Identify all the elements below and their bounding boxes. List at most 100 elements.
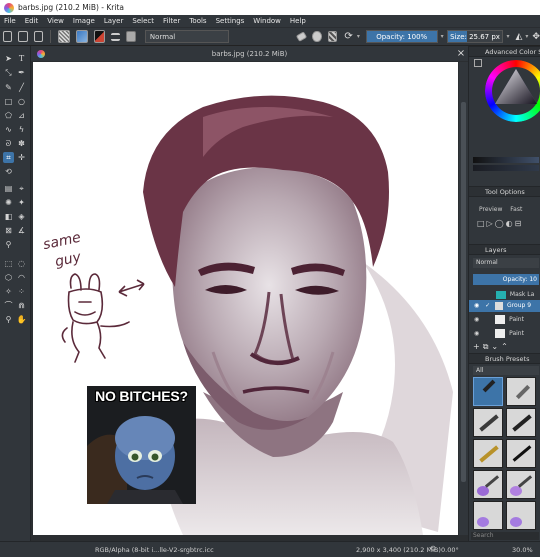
- move-down-icon[interactable]: ⌄: [491, 342, 501, 351]
- open-document-icon[interactable]: [18, 31, 28, 42]
- fast-label[interactable]: Fast: [510, 206, 522, 213]
- color-history-strip-2[interactable]: [473, 165, 539, 171]
- eye-icon[interactable]: ◉: [474, 302, 479, 309]
- size-slider[interactable]: Size: 25.67 px: [446, 30, 504, 43]
- contiguous-select-icon[interactable]: ✧: [3, 286, 14, 297]
- assistant-tool-icon[interactable]: ⊠: [3, 225, 14, 236]
- fill-tool-icon[interactable]: ◧: [3, 211, 14, 222]
- add-layer-icon[interactable]: +: [473, 342, 483, 351]
- blend-mode-select[interactable]: Normal: [144, 30, 230, 43]
- document-tab[interactable]: barbs.jpg (210.2 MiB) ×: [31, 46, 468, 61]
- menu-help[interactable]: Help: [290, 17, 306, 25]
- brush-preset-item[interactable]: [473, 470, 503, 499]
- save-document-icon[interactable]: [33, 31, 44, 42]
- pattern-selector-icon[interactable]: [76, 30, 89, 43]
- freehand-brush-icon[interactable]: ✎: [3, 82, 14, 93]
- polygon-select-icon[interactable]: ⬡: [3, 272, 14, 283]
- preserve-alpha-icon[interactable]: [327, 31, 338, 42]
- expand-icon[interactable]: ✓: [485, 302, 490, 309]
- layer-blend-select[interactable]: Normal: [473, 258, 539, 268]
- menu-select[interactable]: Select: [132, 17, 154, 25]
- lasso-select-icon[interactable]: ◠: [16, 272, 27, 283]
- rotation-value[interactable]: 0.00°: [441, 546, 459, 554]
- freehand-path-icon[interactable]: ϟ: [16, 124, 27, 135]
- layer-row[interactable]: ◉ Paint: [469, 314, 540, 326]
- move-tool-icon[interactable]: ✛: [16, 152, 27, 163]
- brush-preset-item[interactable]: [506, 470, 536, 499]
- color-picker-icon[interactable]: ⌖: [16, 183, 27, 194]
- layer-row[interactable]: Mask La: [469, 289, 540, 300]
- color-settings-icon[interactable]: [474, 59, 482, 67]
- mirror-icon[interactable]: ◭: [515, 32, 522, 42]
- brush-presets-header[interactable]: Brush Presets: [469, 353, 540, 364]
- mirror-dropdown-icon[interactable]: ▾: [525, 33, 528, 40]
- move-up-icon[interactable]: ⌃: [501, 342, 511, 351]
- brush-preset-item[interactable]: [473, 408, 503, 437]
- reference-tool-icon[interactable]: ⚲: [3, 239, 14, 250]
- transform-tool-icon[interactable]: ⟲: [3, 166, 14, 177]
- fg-bg-color-icon[interactable]: [94, 30, 106, 43]
- layers-header[interactable]: Layers: [469, 244, 540, 255]
- similar-select-icon[interactable]: ⁘: [16, 286, 27, 297]
- opacity-slider[interactable]: Opacity: 100%: [365, 30, 438, 43]
- calligraphy-icon[interactable]: ✒: [16, 67, 27, 78]
- color-selector-header[interactable]: Advanced Color Selector: [469, 46, 540, 57]
- eraser-mode-icon[interactable]: [295, 31, 308, 42]
- menu-tools[interactable]: Tools: [189, 17, 206, 25]
- color-wheel[interactable]: [485, 60, 540, 122]
- menu-view[interactable]: View: [47, 17, 64, 25]
- enclose-fill-icon[interactable]: ◈: [16, 211, 27, 222]
- layer-row[interactable]: ◉ ✓ Group 9: [469, 300, 540, 312]
- tool-options-header[interactable]: Tool Options: [469, 186, 540, 197]
- gradient-tool-icon[interactable]: ▤: [3, 183, 14, 194]
- dynamic-brush-icon[interactable]: ᘐ: [3, 138, 14, 149]
- reload-dropdown-icon[interactable]: ▾: [357, 33, 360, 40]
- eye-icon[interactable]: ◉: [474, 330, 479, 337]
- zoom-tool-icon[interactable]: ⚲: [3, 314, 14, 325]
- multibrush-icon[interactable]: ✽: [16, 138, 27, 149]
- layer-row[interactable]: ◉ Paint: [469, 328, 540, 340]
- wrap-around-icon[interactable]: ✥: [532, 32, 540, 42]
- brush-preset-item[interactable]: [473, 377, 503, 406]
- rectangle-tool-icon[interactable]: □: [3, 96, 14, 107]
- zoom-value[interactable]: 30.0%: [512, 546, 533, 554]
- drawing-canvas[interactable]: same guy NO BITCHES?: [33, 62, 458, 535]
- menu-image[interactable]: Image: [73, 17, 95, 25]
- menu-window[interactable]: Window: [253, 17, 281, 25]
- rotation-icon[interactable]: ⟲: [429, 544, 436, 553]
- ellipse-select-icon[interactable]: ◌: [16, 258, 27, 269]
- reload-preset-icon[interactable]: ⟳: [344, 31, 352, 42]
- smart-patch-icon[interactable]: ✦: [16, 197, 27, 208]
- ellipse-tool-icon[interactable]: ○: [16, 96, 27, 107]
- layer-opacity-slider[interactable]: Opacity: 10: [473, 274, 539, 285]
- gradient-selector-icon[interactable]: [58, 30, 71, 43]
- size-dropdown-icon[interactable]: ▾: [506, 33, 509, 40]
- preview-label[interactable]: Preview: [479, 206, 502, 213]
- crop-tool-icon[interactable]: ⌗: [3, 152, 14, 163]
- new-document-icon[interactable]: [3, 31, 13, 42]
- menu-layer[interactable]: Layer: [104, 17, 124, 25]
- close-icon[interactable]: ×: [454, 48, 468, 59]
- edit-shapes-icon[interactable]: ⤡: [3, 67, 14, 78]
- brush-preset-item[interactable]: [506, 377, 536, 406]
- colorize-mask-icon[interactable]: ✺: [3, 197, 14, 208]
- brush-preset-item[interactable]: [506, 439, 536, 468]
- color-history-strip[interactable]: [473, 157, 539, 163]
- measure-tool-icon[interactable]: ∡: [16, 225, 27, 236]
- rect-select-icon[interactable]: ⬚: [3, 258, 14, 269]
- brush-tag-select[interactable]: All: [473, 366, 539, 375]
- brush-preset-item[interactable]: [473, 439, 503, 468]
- brush-preset-item[interactable]: [506, 501, 536, 530]
- polygon-tool-icon[interactable]: ⬠: [3, 110, 14, 121]
- color-profile[interactable]: RGB/Alpha (8-bit i...lle-V2-srgbtrc.icc: [95, 546, 214, 554]
- text-tool-icon[interactable]: T: [16, 53, 27, 64]
- menu-file[interactable]: File: [4, 17, 16, 25]
- scrollbar-thumb[interactable]: [461, 102, 466, 482]
- menu-edit[interactable]: Edit: [25, 17, 39, 25]
- line-tool-icon[interactable]: ╱: [16, 82, 27, 93]
- menu-filter[interactable]: Filter: [163, 17, 180, 25]
- select-shapes-icon[interactable]: ➤: [3, 53, 14, 64]
- crop-mode-icons[interactable]: □▷◯◐⊟: [477, 219, 523, 228]
- magnetic-select-icon[interactable]: ⋒: [16, 300, 27, 311]
- canvas-vertical-scrollbar[interactable]: [459, 62, 468, 535]
